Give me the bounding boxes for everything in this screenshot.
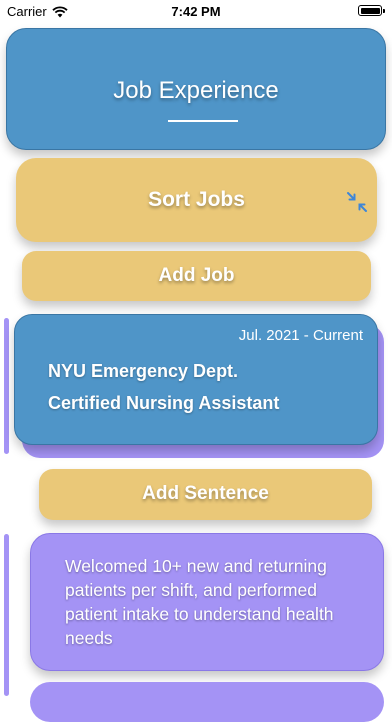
add-sentence-button[interactable]: Add Sentence [39,469,372,520]
battery-icon [358,5,385,16]
sentence-card-next[interactable] [30,682,384,722]
title-underline [168,120,238,122]
add-job-button[interactable]: Add Job [22,251,371,301]
status-bar: Carrier 7:42 PM [0,0,392,22]
page-title: Job Experience [113,77,279,104]
sentence-text: Welcomed 10+ new and returning patients … [65,556,334,648]
add-sentence-label: Add Sentence [142,483,269,504]
sort-jobs-button[interactable]: Sort Jobs [16,158,377,242]
compress-arrows-icon[interactable] [346,191,368,213]
job-position: Certified Nursing Assistant [48,393,280,413]
header-card: Job Experience [6,28,386,150]
job-employer: NYU Emergency Dept. [48,361,239,381]
sort-jobs-label: Sort Jobs [148,188,245,211]
timeline-line-job [4,318,9,454]
add-job-label: Add Job [158,265,235,286]
job-card[interactable]: Jul. 2021 - Current NYU Emergency Dept. … [14,314,378,445]
timeline-line-sentence [4,534,9,696]
battery-fill [360,7,380,14]
job-date-range: Jul. 2021 - Current [238,327,363,344]
sentence-card[interactable]: Welcomed 10+ new and returning patients … [30,533,384,671]
status-time: 7:42 PM [171,4,221,19]
